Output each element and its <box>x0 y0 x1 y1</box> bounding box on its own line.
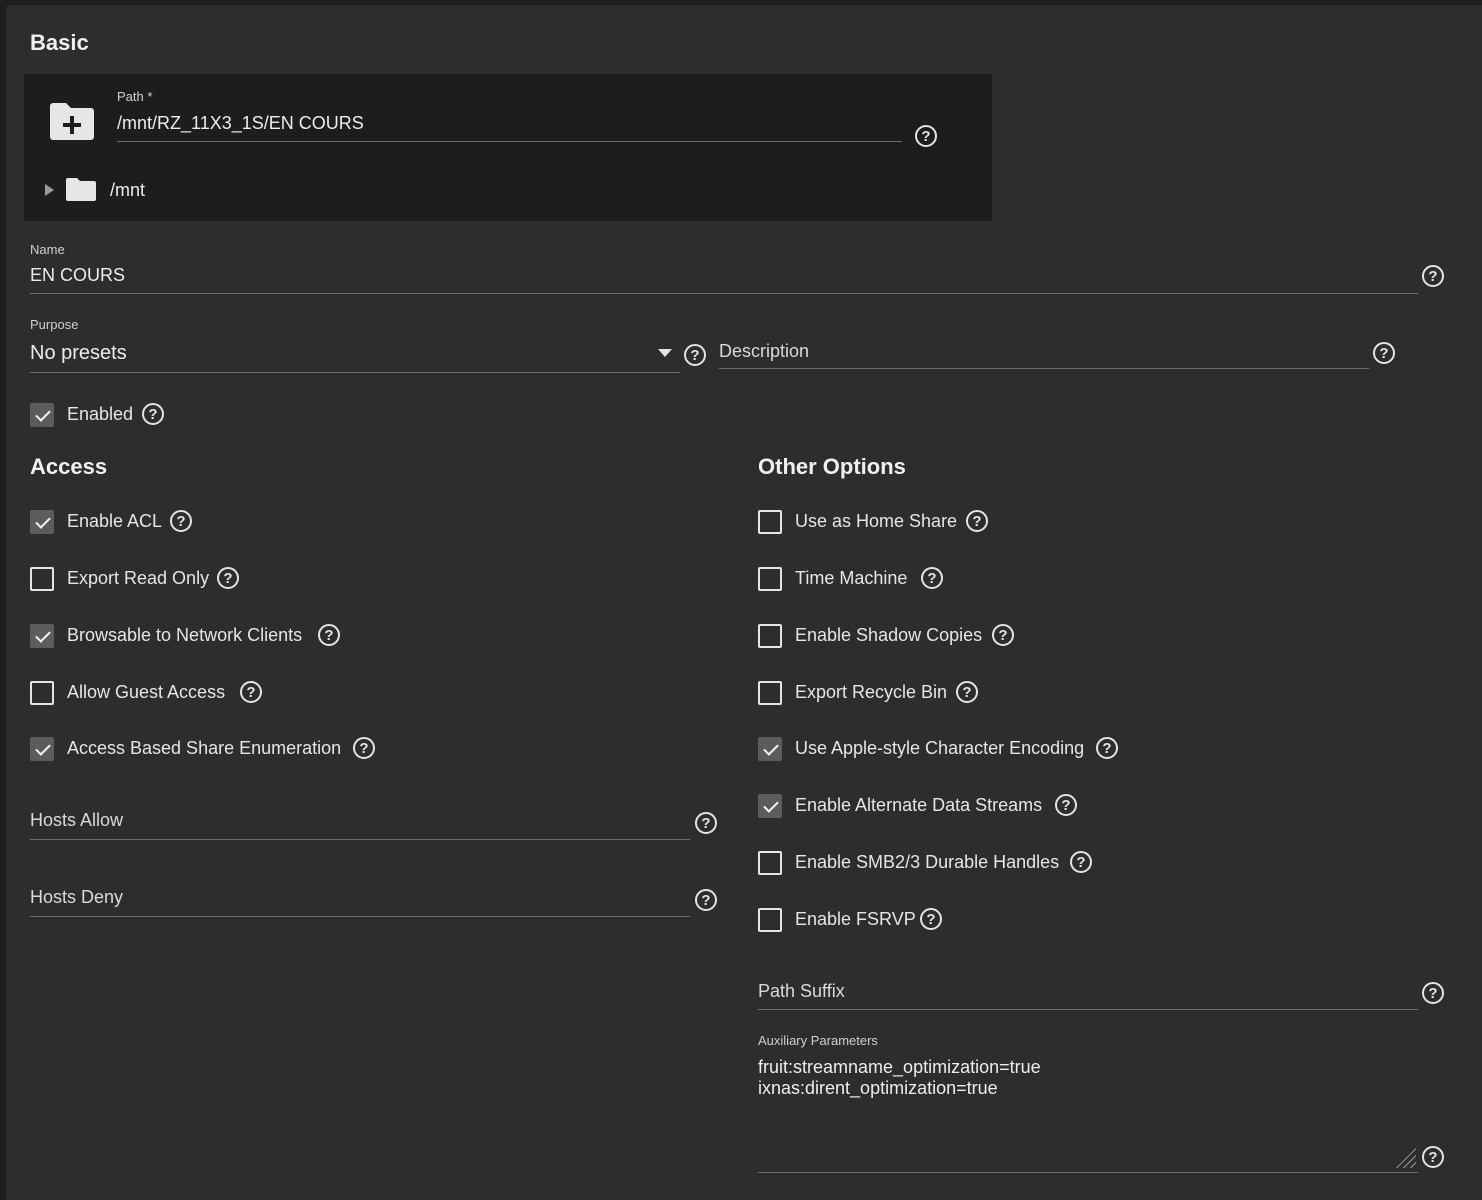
help-icon[interactable]: ? <box>915 125 937 147</box>
hosts-allow-underline <box>30 839 690 840</box>
aux-params-textarea[interactable]: fruit:streamname_optimization=true ixnas… <box>758 1057 1041 1099</box>
fsrvp-checkbox[interactable] <box>758 908 782 932</box>
home-share-checkbox[interactable] <box>758 510 782 534</box>
help-icon[interactable]: ? <box>1422 1146 1444 1168</box>
ads-label: Enable Alternate Data Streams <box>795 795 1043 815</box>
chevron-down-icon[interactable] <box>658 349 672 357</box>
path-suffix-input[interactable]: Path Suffix <box>758 981 845 1002</box>
abe-checkbox[interactable] <box>30 737 54 761</box>
help-icon[interactable]: ? <box>695 812 717 834</box>
shadow-copies-checkbox[interactable] <box>758 624 782 648</box>
purpose-select[interactable]: No presets <box>30 342 127 365</box>
help-icon[interactable]: ? <box>966 510 988 532</box>
help-icon[interactable]: ? <box>1055 794 1077 816</box>
shadow-copies-label: Enable Shadow Copies <box>795 625 983 645</box>
help-icon[interactable]: ? <box>353 737 375 759</box>
path-suffix-underline <box>758 1009 1418 1010</box>
time-machine-label: Time Machine <box>795 568 908 588</box>
apple-encoding-checkbox[interactable] <box>758 737 782 761</box>
purpose-underline <box>30 372 680 373</box>
durable-handles-label: Enable SMB2/3 Durable Handles <box>795 852 1060 872</box>
help-icon[interactable]: ? <box>240 681 262 703</box>
abe-label: Access Based Share Enumeration <box>67 738 342 758</box>
durable-handles-checkbox[interactable] <box>758 851 782 875</box>
hosts-deny-underline <box>30 916 690 917</box>
apple-encoding-label: Use Apple-style Character Encoding <box>795 738 1085 758</box>
aux-params-label: Auxiliary Parameters <box>758 1033 878 1048</box>
recycle-bin-checkbox[interactable] <box>758 681 782 705</box>
name-input[interactable]: EN COURS <box>30 265 125 286</box>
folder-icon <box>66 178 96 201</box>
path-explorer: Path * /mnt/RZ_11X3_1S/EN COURS ? /mnt <box>24 74 992 221</box>
help-icon[interactable]: ? <box>1096 737 1118 759</box>
export-read-only-label: Export Read Only <box>67 568 210 588</box>
home-share-label: Use as Home Share <box>795 511 958 531</box>
purpose-label: Purpose <box>30 317 79 332</box>
aux-params-underline <box>758 1172 1418 1173</box>
path-input[interactable]: /mnt/RZ_11X3_1S/EN COURS <box>117 113 364 134</box>
help-icon[interactable]: ? <box>1422 982 1444 1004</box>
help-icon[interactable]: ? <box>170 510 192 532</box>
enabled-checkbox[interactable] <box>30 403 54 427</box>
recycle-bin-label: Export Recycle Bin <box>795 682 948 702</box>
help-icon[interactable]: ? <box>920 908 942 930</box>
browsable-label: Browsable to Network Clients <box>67 625 303 645</box>
help-icon[interactable]: ? <box>1373 342 1395 364</box>
help-icon[interactable]: ? <box>956 681 978 703</box>
folder-plus-icon[interactable] <box>48 100 96 142</box>
time-machine-checkbox[interactable] <box>758 567 782 591</box>
description-input[interactable]: Description <box>719 341 809 362</box>
help-icon[interactable]: ? <box>695 889 717 911</box>
export-read-only-checkbox[interactable] <box>30 567 54 591</box>
browsable-checkbox[interactable] <box>30 624 54 648</box>
description-underline <box>719 368 1369 369</box>
tree-node-mnt[interactable]: /mnt <box>110 180 145 201</box>
help-icon[interactable]: ? <box>1070 851 1092 873</box>
access-section-title: Access <box>30 454 108 479</box>
name-underline <box>30 293 1418 294</box>
guest-access-checkbox[interactable] <box>30 681 54 705</box>
tree-expand-icon[interactable] <box>45 184 54 196</box>
basic-section-title: Basic <box>30 30 89 55</box>
hosts-deny-input[interactable]: Hosts Deny <box>30 887 123 908</box>
enable-acl-checkbox[interactable] <box>30 510 54 534</box>
ads-checkbox[interactable] <box>758 794 782 818</box>
other-options-section-title: Other Options <box>758 454 906 479</box>
help-icon[interactable]: ? <box>142 403 164 425</box>
hosts-allow-input[interactable]: Hosts Allow <box>30 810 123 831</box>
enabled-label: Enabled <box>67 404 134 424</box>
help-icon[interactable]: ? <box>992 624 1014 646</box>
guest-access-label: Allow Guest Access <box>67 682 226 702</box>
help-icon[interactable]: ? <box>318 624 340 646</box>
path-underline <box>117 141 902 142</box>
help-icon[interactable]: ? <box>1422 265 1444 287</box>
enable-acl-label: Enable ACL <box>67 511 163 531</box>
help-icon[interactable]: ? <box>217 567 239 589</box>
help-icon[interactable]: ? <box>921 567 943 589</box>
name-label: Name <box>30 242 65 257</box>
fsrvp-label: Enable FSRVP <box>795 909 916 929</box>
help-icon[interactable]: ? <box>684 344 706 366</box>
path-label: Path * <box>117 89 153 104</box>
